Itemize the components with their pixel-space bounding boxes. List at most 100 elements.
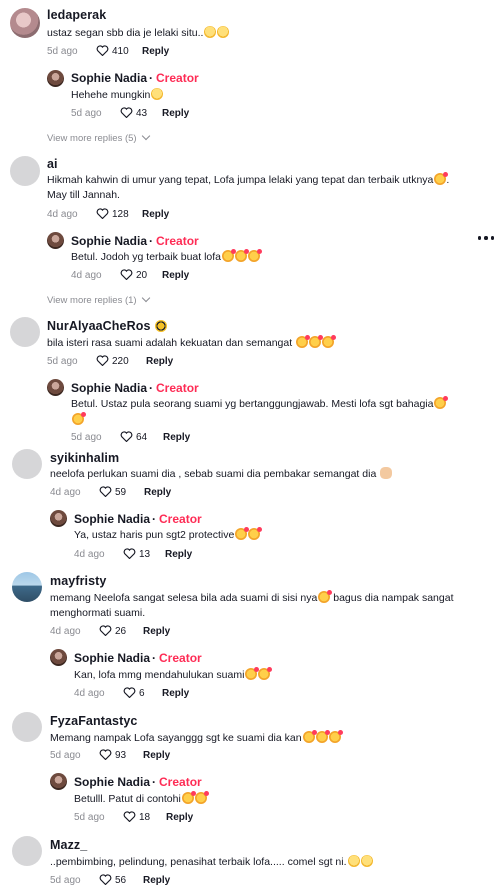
comment-text-line2: menghormati suami. — [50, 607, 146, 619]
avatar[interactable] — [47, 232, 64, 249]
smiling-face-with-hearts-emoji-icon — [222, 249, 237, 262]
comment-text: memang Neelofa sangat selesa bila ada su… — [50, 590, 454, 604]
avatar[interactable] — [50, 773, 67, 790]
reply-username[interactable]: Sophie Nadia — [71, 381, 147, 395]
reply-age: 5d ago — [74, 812, 105, 823]
reply-button[interactable]: Reply — [162, 270, 189, 281]
reply-button[interactable]: Reply — [143, 875, 170, 886]
chevron-down-icon — [141, 293, 150, 303]
smiling-face-with-hearts-emoji-icon — [235, 527, 250, 540]
reply-button[interactable]: Reply — [146, 356, 173, 367]
comment-age: 5d ago — [50, 750, 81, 761]
reply-username[interactable]: Sophie Nadia — [71, 234, 147, 248]
heart-outline-icon[interactable] — [123, 811, 136, 822]
bee-emoji-icon — [155, 320, 168, 332]
heart-outline-icon[interactable] — [99, 625, 112, 636]
heart-outline-icon[interactable] — [96, 208, 109, 219]
reply-username[interactable]: Sophie Nadia — [74, 651, 150, 665]
smiling-face-with-hearts-emoji-icon — [72, 412, 86, 425]
reply-button[interactable]: Reply — [162, 108, 189, 119]
reply-username-line: Sophie Nadia · Creator — [71, 71, 199, 85]
reply-button[interactable]: Reply — [165, 549, 192, 560]
reply-button[interactable]: Reply — [162, 688, 189, 699]
comment-username[interactable]: ledaperak — [47, 8, 106, 22]
reply-button[interactable]: Reply — [143, 626, 170, 637]
smiling-face-with-hearts-emoji-icon — [315, 730, 330, 743]
avatar[interactable] — [50, 649, 67, 666]
avatar[interactable] — [50, 510, 67, 527]
smiling-face-with-hearts-emoji-icon — [328, 730, 343, 743]
reply-username-line: Sophie Nadia · Creator — [74, 775, 202, 789]
comment-username[interactable]: ai — [47, 157, 58, 171]
heart-outline-icon[interactable] — [96, 355, 109, 366]
heart-outline-icon[interactable] — [123, 687, 136, 698]
comment-text: ustaz segan sbb dia je lelaki situ.. — [47, 26, 230, 41]
view-more-replies-button[interactable]: View more replies (5) — [47, 131, 150, 144]
grinning-emoji-icon — [217, 26, 230, 38]
like-count: 43 — [136, 108, 148, 119]
reply-username[interactable]: Sophie Nadia — [74, 775, 150, 789]
avatar[interactable] — [12, 572, 42, 602]
comment-username[interactable]: syikinhalim — [50, 451, 119, 465]
avatar[interactable] — [12, 449, 42, 479]
heart-outline-icon[interactable] — [120, 269, 133, 280]
smiling-face-with-hearts-emoji-icon — [258, 667, 273, 680]
comment-text: ..pembimbing, pelindung, penasihat terba… — [50, 855, 373, 870]
comment-text: Memang nampak Lofa sayanggg sgt ke suami… — [50, 730, 343, 746]
like-count: 59 — [115, 487, 127, 498]
grinning-emoji-icon — [360, 855, 373, 867]
avatar[interactable] — [10, 317, 40, 347]
reply-text: Betul. Ustaz pula seorang suami yg berta… — [71, 396, 449, 412]
comment-username[interactable]: FyzaFantastyc — [50, 714, 137, 728]
avatar[interactable] — [12, 836, 42, 866]
comment-age: 4d ago — [50, 487, 81, 498]
more-horizontal-icon[interactable] — [477, 236, 494, 240]
comment-username[interactable]: NurAlyaaCheRos — [47, 319, 168, 333]
reply-username-line: Sophie Nadia · Creator — [74, 651, 202, 665]
heart-outline-icon[interactable] — [123, 548, 136, 559]
heart-outline-icon[interactable] — [120, 107, 133, 118]
like-count: 128 — [112, 209, 129, 220]
comment-age: 5d ago — [47, 46, 78, 57]
reply-button[interactable]: Reply — [163, 432, 190, 443]
avatar[interactable] — [47, 379, 64, 396]
reply-button[interactable]: Reply — [144, 487, 171, 498]
heart-outline-icon[interactable] — [99, 486, 112, 497]
comment-text-line2: May till Jannah. — [47, 189, 120, 201]
like-count: 64 — [136, 432, 148, 443]
avatar[interactable] — [12, 712, 42, 742]
like-count: 93 — [115, 750, 127, 761]
reply-button[interactable]: Reply — [142, 209, 169, 220]
avatar[interactable] — [10, 8, 40, 38]
like-count: 13 — [139, 549, 151, 560]
creator-badge: Creator — [156, 71, 199, 85]
heart-outline-icon[interactable] — [99, 749, 112, 760]
creator-badge: Creator — [159, 651, 202, 665]
reply-age: 5d ago — [71, 108, 102, 119]
avatar[interactable] — [47, 70, 64, 87]
smiling-face-with-hearts-emoji-icon — [194, 791, 209, 804]
comment-age: 5d ago — [47, 356, 78, 367]
grinning-emoji-icon — [204, 26, 217, 38]
like-count: 56 — [115, 875, 127, 886]
reply-button[interactable]: Reply — [143, 750, 170, 761]
like-count: 410 — [112, 46, 129, 57]
reply-username-line: Sophie Nadia · Creator — [71, 381, 199, 395]
reply-username[interactable]: Sophie Nadia — [74, 512, 150, 526]
creator-badge: Creator — [159, 512, 202, 526]
reply-button[interactable]: Reply — [166, 812, 193, 823]
reply-username[interactable]: Sophie Nadia — [71, 71, 147, 85]
smiling-face-with-hearts-emoji-icon — [235, 249, 250, 262]
heart-outline-icon[interactable] — [120, 431, 133, 442]
comment-age: 4d ago — [47, 209, 78, 220]
like-count: 220 — [112, 356, 129, 367]
view-more-replies-button[interactable]: View more replies (1) — [47, 293, 150, 306]
reply-button[interactable]: Reply — [142, 46, 169, 57]
comment-username[interactable]: mayfristy — [50, 574, 107, 588]
like-count: 6 — [139, 688, 145, 699]
comment-username[interactable]: Mazz_ — [50, 838, 87, 852]
avatar[interactable] — [10, 156, 40, 186]
heart-outline-icon[interactable] — [96, 45, 109, 56]
heart-outline-icon[interactable] — [99, 874, 112, 885]
smiling-face-with-hearts-emoji-icon — [434, 396, 449, 409]
